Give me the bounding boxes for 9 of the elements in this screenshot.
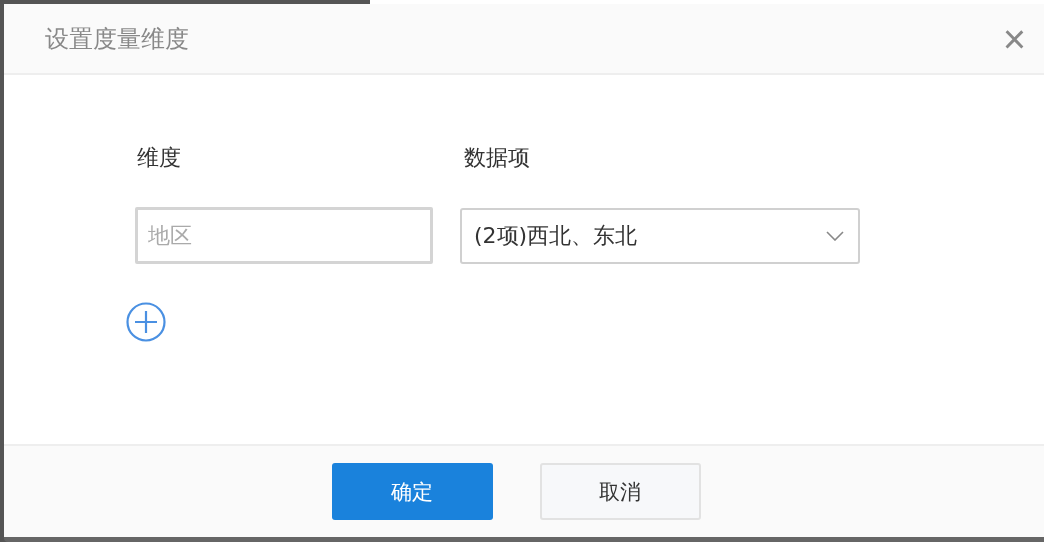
dimension-field[interactable]: 地区 — [135, 207, 433, 264]
cancel-button[interactable]: 取消 — [539, 463, 701, 520]
dialog-title: 设置度量维度 — [45, 23, 189, 55]
chevron-down-icon — [826, 230, 844, 241]
column-label: 数据项 — [464, 145, 530, 170]
data-items-select[interactable]: (2项)西北、东北 — [460, 207, 860, 264]
column-label: 维度 — [137, 145, 181, 170]
confirm-button[interactable]: 确定 — [331, 463, 493, 520]
add-icon[interactable] — [126, 302, 166, 342]
